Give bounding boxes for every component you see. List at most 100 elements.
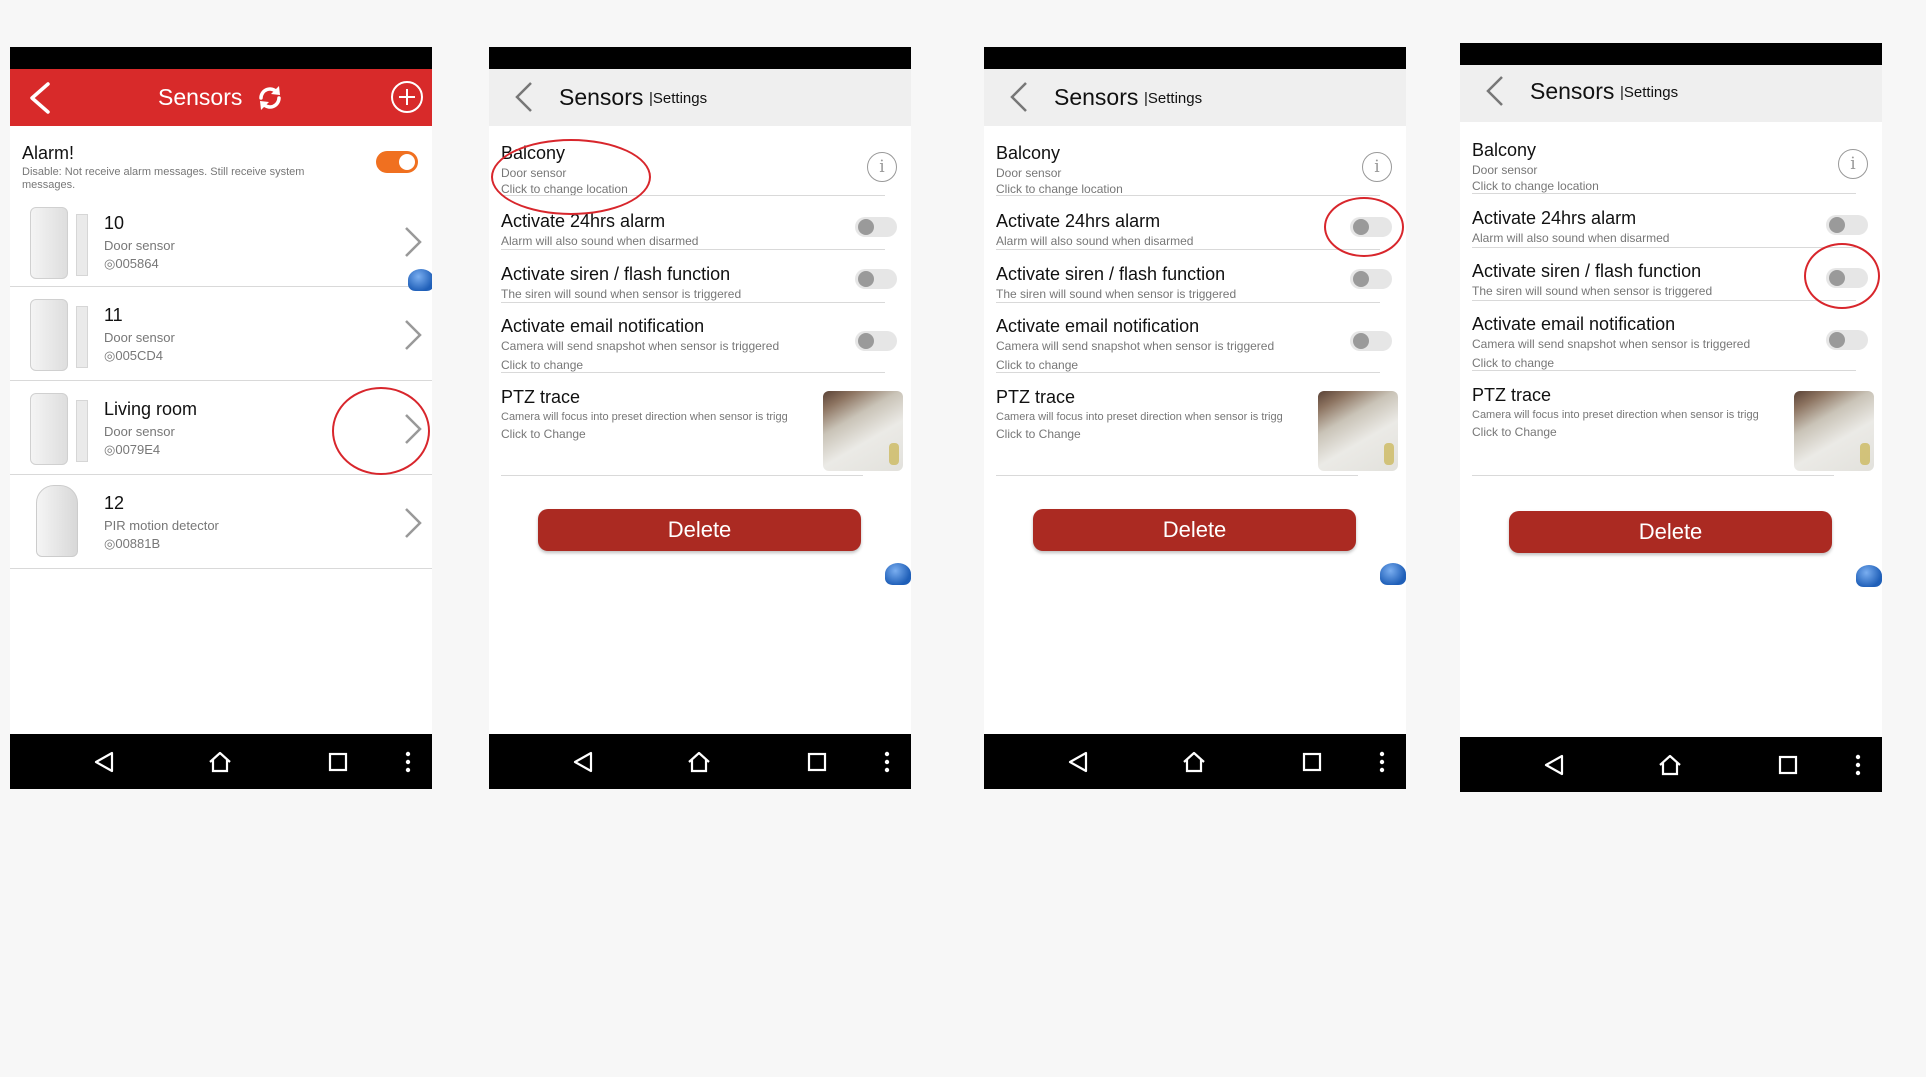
divider bbox=[996, 249, 1380, 250]
email-hint[interactable]: Click to change bbox=[501, 358, 583, 372]
ptz-desc: Camera will focus into preset direction … bbox=[996, 411, 1283, 423]
siren-toggle[interactable] bbox=[855, 269, 897, 289]
email-hint[interactable]: Click to change bbox=[996, 358, 1078, 372]
alarm-desc-line2: messages. bbox=[22, 179, 76, 191]
back-arrow-icon[interactable] bbox=[24, 81, 54, 120]
android-nav-bar bbox=[489, 734, 911, 789]
nav-back-icon[interactable] bbox=[89, 747, 119, 777]
sensor-id: ◎005CD4 bbox=[104, 348, 164, 363]
divider bbox=[996, 195, 1380, 196]
list-item[interactable]: 11 Door sensor ◎005CD4 bbox=[10, 287, 432, 381]
floating-bubble-icon[interactable] bbox=[408, 269, 432, 291]
alarm24-desc: Alarm will also sound when disarmed bbox=[1472, 231, 1670, 245]
email-title: Activate email notification bbox=[1472, 314, 1676, 334]
sensor-name: Balcony bbox=[996, 143, 1061, 163]
alarm-toggle[interactable] bbox=[376, 151, 418, 173]
header-title: Sensors bbox=[559, 84, 644, 110]
sensor-name: Living room bbox=[104, 399, 198, 419]
divider bbox=[1472, 247, 1856, 248]
ptz-hint[interactable]: Click to Change bbox=[996, 427, 1081, 441]
email-toggle[interactable] bbox=[855, 331, 897, 351]
nav-recents-icon[interactable] bbox=[1773, 750, 1803, 780]
delete-button[interactable]: Delete bbox=[1033, 509, 1356, 551]
ptz-hint[interactable]: Click to Change bbox=[1472, 425, 1557, 439]
location-hint[interactable]: Click to change location bbox=[996, 182, 1123, 196]
nav-back-icon[interactable] bbox=[568, 747, 598, 777]
email-toggle[interactable] bbox=[1826, 330, 1868, 350]
info-icon[interactable]: i bbox=[1838, 149, 1868, 179]
email-desc: Camera will send snapshot when sensor is… bbox=[501, 339, 780, 353]
info-icon[interactable]: i bbox=[867, 152, 897, 182]
back-arrow-icon[interactable] bbox=[511, 79, 537, 120]
phone-settings-1: Sensors |Settings Balcony Door sensor Cl… bbox=[489, 47, 911, 789]
sensor-type: Door sensor bbox=[1472, 163, 1538, 177]
header-title: Sensors bbox=[1530, 78, 1615, 104]
back-arrow-icon[interactable] bbox=[1482, 73, 1508, 114]
nav-home-icon[interactable] bbox=[684, 747, 714, 777]
nav-menu-icon[interactable] bbox=[393, 747, 423, 777]
chevron-right-icon[interactable] bbox=[402, 225, 424, 264]
divider bbox=[1472, 300, 1856, 301]
list-item[interactable]: 10 Door sensor ◎005864 bbox=[10, 199, 432, 287]
sensor-id-value: 005864 bbox=[115, 256, 159, 271]
nav-back-icon[interactable] bbox=[1063, 747, 1093, 777]
back-arrow-icon[interactable] bbox=[1006, 79, 1032, 120]
divider bbox=[1472, 193, 1856, 194]
siren-title: Activate siren / flash function bbox=[996, 264, 1226, 284]
sensor-name: 12 bbox=[104, 493, 125, 513]
ptz-preview-image[interactable] bbox=[823, 391, 903, 471]
ptz-title: PTZ trace bbox=[501, 387, 581, 407]
ptz-preview-image[interactable] bbox=[1794, 391, 1874, 471]
chevron-right-icon[interactable] bbox=[402, 318, 424, 357]
status-bar bbox=[10, 47, 432, 69]
location-hint[interactable]: Click to change location bbox=[1472, 179, 1599, 193]
divider bbox=[501, 302, 885, 303]
info-icon[interactable]: i bbox=[1362, 152, 1392, 182]
add-circle-icon[interactable] bbox=[390, 80, 424, 119]
divider bbox=[501, 249, 885, 250]
floating-bubble-icon[interactable] bbox=[1380, 563, 1406, 585]
door-sensor-image bbox=[30, 207, 88, 279]
sensor-name: Balcony bbox=[1472, 140, 1537, 160]
floating-bubble-icon[interactable] bbox=[885, 563, 911, 585]
phone-settings-3: Sensors |Settings Balcony Door sensor Cl… bbox=[1460, 43, 1882, 792]
nav-recents-icon[interactable] bbox=[323, 747, 353, 777]
chevron-right-icon[interactable] bbox=[402, 506, 424, 545]
email-toggle[interactable] bbox=[1350, 331, 1392, 351]
android-nav-bar bbox=[10, 734, 432, 789]
delete-button[interactable]: Delete bbox=[1509, 511, 1832, 553]
nav-back-icon[interactable] bbox=[1539, 750, 1569, 780]
floating-bubble-icon[interactable] bbox=[1856, 565, 1882, 587]
header-bar: Sensors |Settings bbox=[1460, 65, 1882, 122]
ptz-preview-image[interactable] bbox=[1318, 391, 1398, 471]
alarm24-desc: Alarm will also sound when disarmed bbox=[996, 234, 1194, 248]
alarm24-title: Activate 24hrs alarm bbox=[996, 211, 1161, 231]
nav-menu-icon[interactable] bbox=[1843, 750, 1873, 780]
siren-toggle[interactable] bbox=[1350, 269, 1392, 289]
email-hint[interactable]: Click to change bbox=[1472, 356, 1554, 370]
list-item[interactable]: 12 PIR motion detector ◎00881B bbox=[10, 475, 432, 569]
divider bbox=[996, 372, 1380, 373]
nav-home-icon[interactable] bbox=[205, 747, 235, 777]
refresh-icon[interactable] bbox=[255, 83, 285, 118]
ptz-title: PTZ trace bbox=[1472, 385, 1552, 405]
nav-home-icon[interactable] bbox=[1179, 747, 1209, 777]
header-subtitle: |Settings bbox=[1620, 84, 1679, 101]
divider bbox=[10, 568, 432, 569]
delete-button[interactable]: Delete bbox=[538, 509, 861, 551]
door-sensor-image bbox=[30, 393, 88, 465]
annotation-circle bbox=[1804, 243, 1880, 309]
alarm24-toggle[interactable] bbox=[855, 217, 897, 237]
sensor-name: 11 bbox=[104, 305, 123, 325]
nav-recents-icon[interactable] bbox=[1297, 747, 1327, 777]
alarm24-toggle[interactable] bbox=[1826, 215, 1868, 235]
nav-home-icon[interactable] bbox=[1655, 750, 1685, 780]
annotation-circle bbox=[332, 387, 430, 475]
nav-menu-icon[interactable] bbox=[1367, 747, 1397, 777]
siren-desc: The siren will sound when sensor is trig… bbox=[501, 287, 742, 301]
nav-menu-icon[interactable] bbox=[872, 747, 902, 777]
phone-settings-2: Sensors |Settings Balcony Door sensor Cl… bbox=[984, 47, 1406, 789]
ptz-hint[interactable]: Click to Change bbox=[501, 427, 586, 441]
divider bbox=[501, 372, 885, 373]
nav-recents-icon[interactable] bbox=[802, 747, 832, 777]
